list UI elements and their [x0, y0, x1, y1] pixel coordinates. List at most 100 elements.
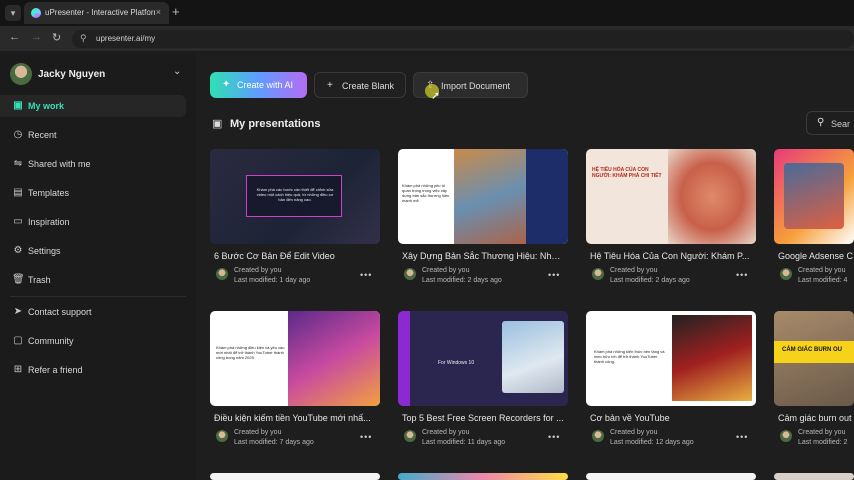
- presentation-card[interactable]: Khám phá những điều kiện và yêu cầu mới …: [210, 311, 380, 461]
- more-options-icon[interactable]: •••: [736, 432, 748, 442]
- presentation-title[interactable]: 6 Bước Cơ Bản Để Edit Video: [214, 251, 376, 261]
- more-options-icon[interactable]: •••: [360, 432, 372, 442]
- sidebar-item-community[interactable]: ▢ Community: [0, 330, 186, 352]
- presentation-title[interactable]: Cảm giác burn out: [778, 413, 854, 423]
- created-by: Created by you: [234, 429, 282, 436]
- avatar: [592, 430, 604, 442]
- search-placeholder: Sear: [831, 119, 851, 129]
- thumbnail-text: Khám phá những yếu tố quan trọng trong v…: [402, 183, 450, 203]
- presentation-thumbnail[interactable]: CẢM GIÁC BURN OU: [774, 311, 854, 406]
- more-options-icon[interactable]: •••: [360, 270, 372, 280]
- presentation-title[interactable]: Hệ Tiêu Hóa Của Con Người: Khám P...: [590, 251, 752, 261]
- search-input[interactable]: ⚲ Sear: [806, 111, 854, 135]
- created-by: Created by you: [610, 267, 658, 274]
- sidebar-item-label: Recent: [28, 130, 57, 140]
- tab-search-icon[interactable]: ▾: [5, 5, 21, 21]
- last-modified: Last modified: 2: [798, 439, 848, 446]
- clock-icon: ◷: [13, 129, 23, 140]
- more-options-icon[interactable]: •••: [548, 270, 560, 280]
- chevron-down-icon[interactable]: ⌄: [173, 66, 181, 77]
- presentation-thumbnail[interactable]: [774, 473, 854, 480]
- gift-icon: ⊞: [13, 364, 23, 375]
- chat-icon: ▢: [13, 335, 23, 346]
- presentation-thumbnail[interactable]: Khám phá những yếu tố quan trọng trong v…: [398, 149, 568, 244]
- sidebar-item-my-work[interactable]: ▣ My work: [0, 95, 186, 117]
- thumbnail-panel: [526, 149, 568, 244]
- main-content: ✦ Create with AI + Create Blank ⇪ Import…: [196, 53, 854, 480]
- sidebar-item-inspiration[interactable]: ▭ Inspiration: [0, 211, 186, 233]
- presentation-thumbnail[interactable]: Khám phá các bước cần thiết để chỉnh sửa…: [210, 149, 380, 244]
- presentation-card[interactable]: For Windows 10 Top 5 Best Free Screen Re…: [398, 311, 568, 461]
- import-document-label: Import Document: [441, 81, 511, 91]
- sidebar-item-label: Trash: [28, 275, 51, 285]
- presentation-title[interactable]: Cơ bản về YouTube: [590, 413, 752, 423]
- send-icon: ➤: [13, 306, 23, 317]
- presentation-title[interactable]: Xây Dựng Bản Sắc Thương Hiệu: Những...: [402, 251, 564, 261]
- last-modified: Last modified: 2 days ago: [422, 277, 502, 284]
- avatar[interactable]: [10, 63, 32, 85]
- presentation-thumbnail[interactable]: HỆ TIÊU HÓA CỦA CON NGƯỜI: KHÁM PHÁ CHI …: [586, 149, 756, 244]
- share-icon: ⇋: [13, 158, 23, 169]
- thumbnail-text: Khám phá những kiến thức nền tảng và mẹo…: [594, 349, 665, 364]
- presentation-card[interactable]: Khám phá các bước cần thiết để chỉnh sửa…: [210, 149, 380, 299]
- presentation-thumbnail[interactable]: [586, 473, 756, 480]
- avatar: [404, 430, 416, 442]
- sparkle-icon: ✦: [222, 79, 231, 90]
- thumbnail-image: [784, 163, 844, 229]
- sidebar-item-label: Refer a friend: [28, 365, 83, 375]
- thumbnail-image: [288, 311, 380, 406]
- tab-title: uPresenter - Interactive Platform: [45, 8, 155, 17]
- avatar: [216, 430, 228, 442]
- sidebar-item-contact-support[interactable]: ➤ Contact support: [0, 301, 186, 323]
- sidebar-item-label: Templates: [28, 188, 70, 198]
- upresenter-favicon-icon: [31, 8, 41, 18]
- created-by: Created by you: [422, 267, 470, 274]
- thumbnail-image: [668, 149, 756, 244]
- create-with-ai-button[interactable]: ✦ Create with AI: [210, 72, 307, 98]
- template-icon: ▤: [13, 187, 23, 198]
- presentation-card[interactable]: Google Adsense C Created by you Last mod…: [774, 149, 854, 299]
- more-options-icon[interactable]: •••: [736, 270, 748, 280]
- site-info-icon[interactable]: ⚲: [80, 33, 87, 44]
- gear-icon: ⚙: [13, 245, 23, 256]
- user-name[interactable]: Jacky Nguyen: [38, 69, 105, 80]
- presentation-title[interactable]: Top 5 Best Free Screen Recorders for ...: [402, 413, 564, 423]
- presentation-title[interactable]: Điều kiện kiếm tiền YouTube mới nhấ...: [214, 413, 376, 423]
- presentation-card[interactable]: Khám phá những yếu tố quan trọng trong v…: [398, 149, 568, 299]
- new-tab-button[interactable]: +: [172, 4, 180, 19]
- url-field[interactable]: ⚲ upresenter.ai/my: [72, 30, 854, 48]
- created-by: Created by you: [798, 267, 846, 274]
- presentation-card[interactable]: HỆ TIÊU HÓA CỦA CON NGƯỜI: KHÁM PHÁ CHI …: [586, 149, 756, 299]
- create-blank-button[interactable]: + Create Blank: [314, 72, 406, 98]
- book-icon: ▭: [13, 216, 23, 227]
- sidebar-item-settings[interactable]: ⚙ Settings: [0, 240, 186, 262]
- sidebar-item-trash[interactable]: 🗑 Trash: [0, 269, 186, 291]
- sidebar-item-refer[interactable]: ⊞ Refer a friend: [0, 359, 186, 381]
- back-icon[interactable]: ←: [9, 31, 20, 43]
- presentation-thumbnail[interactable]: [210, 473, 380, 480]
- sidebar-item-shared[interactable]: ⇋ Shared with me: [0, 153, 186, 175]
- presentation-thumbnail[interactable]: [774, 149, 854, 244]
- presentation-thumbnail[interactable]: For Windows 10: [398, 311, 568, 406]
- last-modified: Last modified: 4: [798, 277, 848, 284]
- sidebar-item-templates[interactable]: ▤ Templates: [0, 182, 186, 204]
- forward-icon[interactable]: →: [31, 31, 42, 43]
- last-modified: Last modified: 1 day ago: [234, 277, 311, 284]
- sidebar: Jacky Nguyen ⌄ ▣ My work ◷ Recent ⇋ Shar…: [0, 53, 196, 480]
- presentation-card[interactable]: Khám phá những kiến thức nền tảng và mẹo…: [586, 311, 756, 461]
- thumbnail-accent: [398, 311, 410, 406]
- tab-close-icon[interactable]: ×: [156, 7, 161, 17]
- last-modified: Last modified: 11 days ago: [422, 439, 506, 446]
- presentation-thumbnail[interactable]: Khám phá những điều kiện và yêu cầu mới …: [210, 311, 380, 406]
- avatar: [404, 268, 416, 280]
- presentation-title[interactable]: Google Adsense C: [778, 251, 854, 261]
- browser-tab[interactable]: uPresenter - Interactive Platform ×: [24, 2, 169, 24]
- created-by: Created by you: [422, 429, 470, 436]
- more-options-icon[interactable]: •••: [548, 432, 560, 442]
- presentation-thumbnail[interactable]: [398, 473, 568, 480]
- sidebar-item-recent[interactable]: ◷ Recent: [0, 124, 186, 146]
- presentation-card[interactable]: CẢM GIÁC BURN OU Cảm giác burn out Creat…: [774, 311, 854, 461]
- presentation-thumbnail[interactable]: Khám phá những kiến thức nền tảng và mẹo…: [586, 311, 756, 406]
- sidebar-item-label: Community: [28, 336, 74, 346]
- reload-icon[interactable]: ↻: [52, 31, 61, 44]
